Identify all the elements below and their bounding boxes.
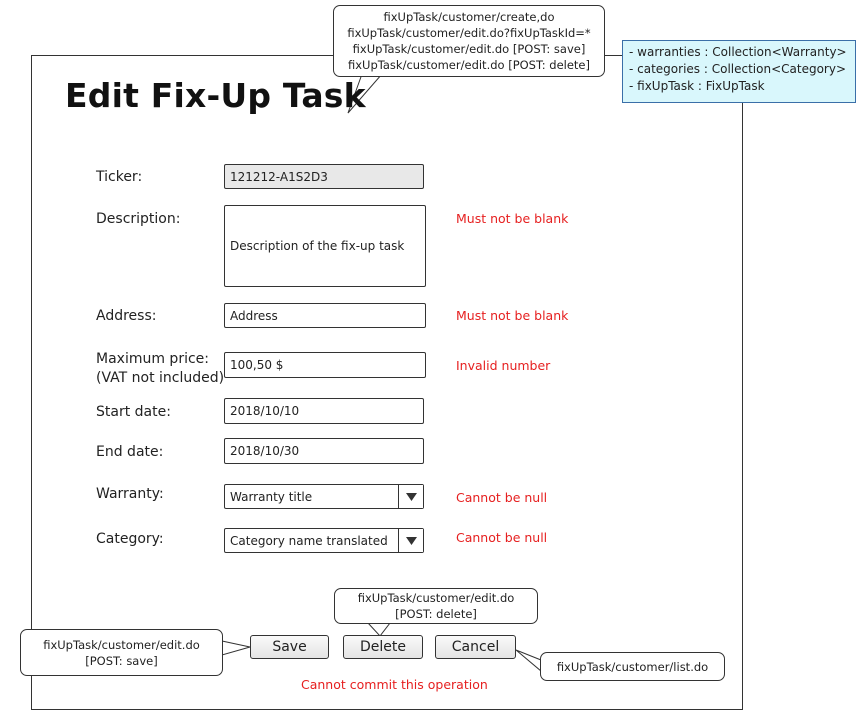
max-price-input[interactable]: 100,50 $ [224,352,426,378]
address-input[interactable]: Address [224,303,426,328]
description-error: Must not be blank [456,211,569,226]
model-attributes-note: - warranties : Collection<Warranty> - ca… [622,40,856,103]
delete-button[interactable]: Delete [343,635,423,659]
end-date-value: 2018/10/30 [230,444,300,458]
callout-line: fixUpTask/customer/edit.do [POST: save] [352,42,586,56]
end-date-input[interactable]: 2018/10/30 [224,438,424,464]
warranty-value: Warranty title [230,489,313,504]
warranty-label: Warranty: [96,486,164,502]
callout-line: fixUpTask/customer/edit.do [357,591,515,605]
description-label: Description: [96,211,181,227]
url-callout-save: fixUpTask/customer/edit.do [POST: save] [20,629,223,676]
max-price-label: Maximum price: [96,351,209,367]
callout-line: fixUpTask/customer/edit.do?fixUpTaskId=* [347,26,591,40]
warranty-error: Cannot be null [456,490,548,505]
start-date-input[interactable]: 2018/10/10 [224,398,424,424]
end-date-label: End date: [96,444,164,460]
triangle-down-icon[interactable] [398,529,423,552]
description-value: Description of the fix-up task [230,239,405,253]
start-date-label: Start date: [96,404,171,420]
commit-error: Cannot commit this operation [301,677,488,692]
note-line: - categories : Collection<Category> [629,62,846,76]
callout-line: fixUpTask/customer/list.do [556,659,709,674]
cancel-button[interactable]: Cancel [435,635,516,659]
url-callout-top: fixUpTask/customer/create,do fixUpTask/c… [333,5,605,77]
triangle-down-icon[interactable] [398,485,423,508]
category-select[interactable]: Category name translated [224,528,424,553]
category-label: Category: [96,531,164,547]
address-value: Address [230,308,278,323]
address-error: Must not be blank [456,308,569,323]
max-price-error: Invalid number [456,358,551,373]
callout-line: [POST: delete] [395,607,477,621]
ticker-value: 121212-A1S2D3 [230,169,328,184]
warranty-select[interactable]: Warranty title [224,484,424,509]
category-value: Category name translated [230,533,388,548]
start-date-value: 2018/10/10 [230,404,300,418]
note-line: - warranties : Collection<Warranty> [629,45,847,59]
page-title: Edit Fix-Up Task [65,76,366,115]
max-price-sublabel: (VAT not included) [96,370,225,386]
address-label: Address: [96,308,157,324]
category-error: Cannot be null [456,530,548,545]
ticker-label: Ticker: [96,169,143,185]
callout-line: [POST: save] [85,653,158,668]
callout-line: fixUpTask/customer/create,do [383,10,555,24]
callout-line: fixUpTask/customer/edit.do [POST: delete… [348,58,590,72]
save-button[interactable]: Save [250,635,329,659]
callout-line: fixUpTask/customer/edit.do [43,637,200,652]
note-line: - fixUpTask : FixUpTask [629,79,765,93]
max-price-value: 100,50 $ [230,358,284,372]
description-textarea[interactable]: Description of the fix-up task [224,205,426,287]
url-callout-cancel: fixUpTask/customer/list.do [540,652,725,681]
url-callout-delete: fixUpTask/customer/edit.do [POST: delete… [334,588,538,624]
ticker-field: 121212-A1S2D3 [224,164,424,189]
